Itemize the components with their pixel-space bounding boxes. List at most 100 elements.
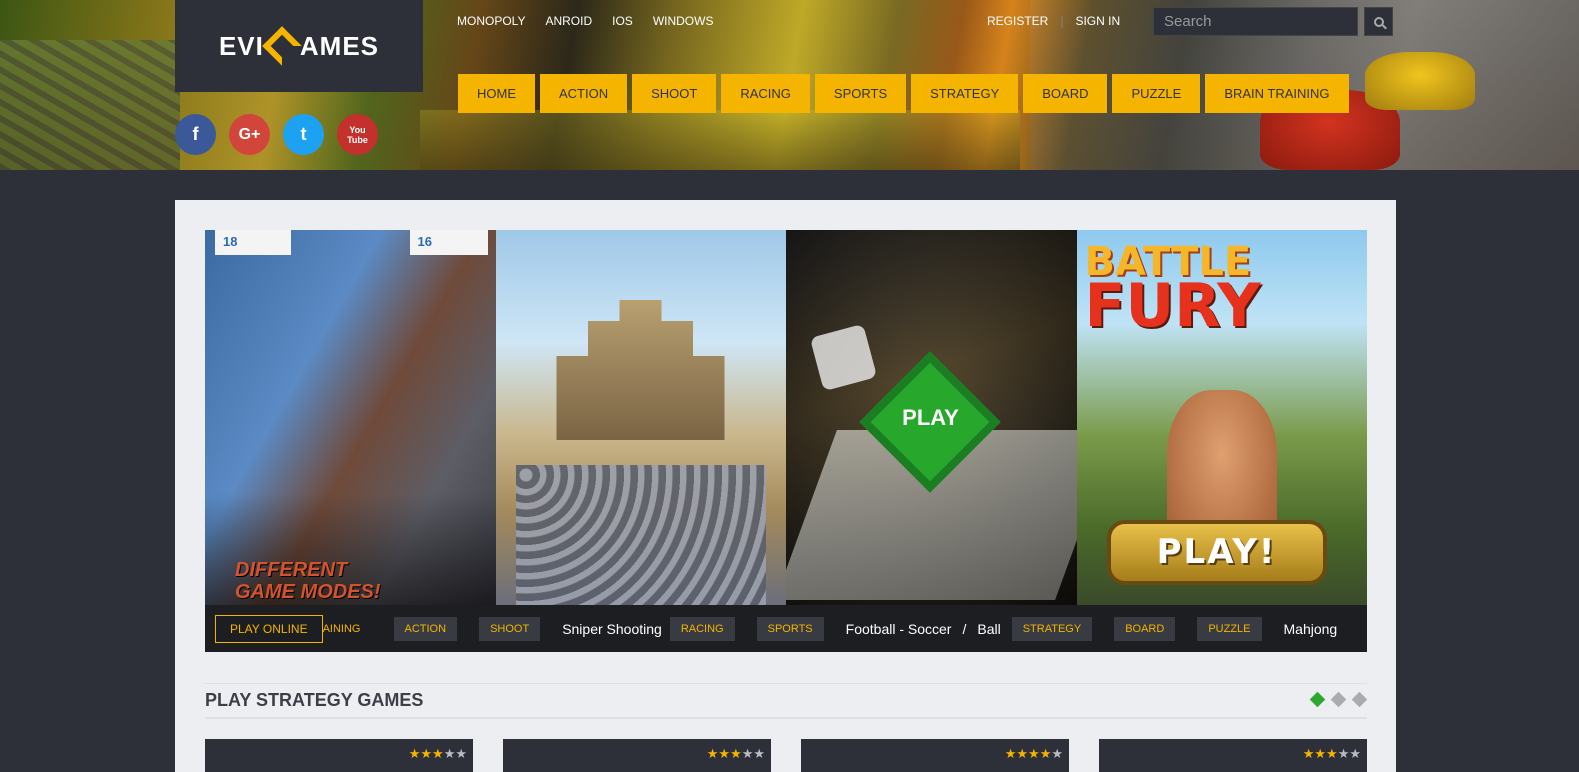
- featured-slider: 18 16 DIFFERENT GAME MODES! PLAY BATTLE …: [205, 230, 1367, 652]
- star-rating: ★★★★★: [707, 746, 765, 762]
- nav-windows[interactable]: WINDOWS: [653, 14, 714, 28]
- slide-castle[interactable]: [495, 230, 786, 605]
- star-filled-icon: ★: [706, 746, 719, 761]
- main-content: 18 16 DIFFERENT GAME MODES! PLAY BATTLE …: [175, 200, 1396, 772]
- star-filled-icon: ★: [1302, 746, 1315, 761]
- auth-links: REGISTER | SIGN IN: [987, 14, 1120, 28]
- twitter-icon[interactable]: t: [283, 114, 324, 155]
- star-filled-icon: ★: [1314, 746, 1327, 761]
- slide-caption: DIFFERENT GAME MODES!: [235, 559, 381, 603]
- star-empty-icon: ★: [455, 746, 467, 761]
- castle-image: [556, 300, 725, 440]
- cat-racing[interactable]: RACING: [721, 74, 810, 113]
- pager-dot-1[interactable]: [1309, 691, 1326, 708]
- battle-fury-title: BATTLE FURY: [1084, 240, 1360, 341]
- google-plus-icon[interactable]: G+: [229, 114, 270, 155]
- star-empty-icon: ★: [741, 746, 754, 761]
- social-links: f G+ t You Tube: [175, 114, 378, 155]
- ticker-tag-action[interactable]: ACTION: [393, 616, 458, 641]
- header-artwork-left: [0, 40, 180, 170]
- cat-puzzle[interactable]: PUZZLE: [1112, 74, 1201, 113]
- score-right: 16: [409, 230, 488, 255]
- nav-android[interactable]: ANROID: [545, 14, 592, 28]
- search-icon: [1373, 16, 1384, 27]
- ticker-tag-puzzle[interactable]: PUZZLE: [1197, 616, 1262, 641]
- ticker-tag-racing[interactable]: RACING: [669, 616, 735, 641]
- cat-brain-training[interactable]: BRAIN TRAINING: [1205, 74, 1349, 113]
- star-empty-icon: ★: [1051, 746, 1063, 761]
- logo-text-right: AMES: [299, 30, 380, 61]
- auth-separator: |: [1060, 14, 1064, 28]
- star-filled-icon: ★: [408, 746, 421, 761]
- game-card[interactable]: ★★★★★: [1099, 739, 1367, 772]
- nav-ios[interactable]: IOS: [612, 14, 633, 28]
- game-cards: ★★★★★ ★★★★★ ★★★★★ ★★★★★: [205, 739, 1367, 772]
- game-card[interactable]: ★★★★★: [205, 739, 473, 772]
- search-button[interactable]: [1364, 7, 1393, 36]
- star-filled-icon: ★: [718, 746, 731, 761]
- star-filled-icon: ★: [1004, 746, 1017, 761]
- star-empty-icon: ★: [443, 746, 456, 761]
- play-online-button[interactable]: PLAY ONLINE: [215, 614, 323, 643]
- play-badge[interactable]: PLAY: [858, 350, 1003, 495]
- star-filled-icon: ★: [1326, 746, 1338, 761]
- cat-strategy[interactable]: STRATEGY: [911, 74, 1019, 113]
- ticker-tag-sports[interactable]: SPORTS: [756, 616, 824, 641]
- star-filled-icon: ★: [420, 746, 433, 761]
- register-link[interactable]: REGISTER: [987, 14, 1048, 28]
- ticker-tag-board[interactable]: BOARD: [1114, 616, 1176, 641]
- ticker-tag-brain-training[interactable]: AINING: [323, 617, 372, 641]
- facebook-icon[interactable]: f: [175, 114, 216, 155]
- platform-nav: MONOPOLY ANROID IOS WINDOWS: [457, 14, 713, 28]
- search-input[interactable]: [1153, 7, 1358, 36]
- youtube-icon-text-top: You: [349, 124, 366, 135]
- star-filled-icon: ★: [730, 746, 742, 761]
- nav-monopoly[interactable]: MONOPOLY: [457, 14, 525, 28]
- game-card[interactable]: ★★★★★: [801, 739, 1069, 772]
- battle-fury-play-button[interactable]: PLAY!: [1106, 520, 1327, 585]
- search-form: [1153, 7, 1393, 36]
- site-header: EVI AMES f G+ t You Tube MONOPOLY ANROID…: [0, 0, 1579, 170]
- header-artwork-center: [420, 110, 1020, 170]
- ticker-slash: /: [962, 620, 967, 637]
- score-left: 18: [215, 230, 291, 255]
- cat-shoot[interactable]: SHOOT: [632, 74, 717, 113]
- section-header: PLAY STRATEGY GAMES: [205, 683, 1368, 719]
- star-rating: ★★★★★: [1303, 746, 1361, 762]
- cat-board[interactable]: BOARD: [1023, 74, 1108, 113]
- star-rating: ★★★★★: [409, 746, 467, 762]
- pager-dot-2[interactable]: [1330, 691, 1347, 708]
- cat-sports[interactable]: SPORTS: [814, 74, 907, 113]
- army-image: [515, 465, 766, 605]
- game-ticker: PLAY ONLINE AINING ACTION SHOOT Sniper S…: [205, 605, 1367, 652]
- ticker-tag-shoot[interactable]: SHOOT: [479, 616, 541, 641]
- star-filled-icon: ★: [432, 746, 444, 761]
- ticker-game-ball[interactable]: Ball: [977, 621, 1000, 637]
- cat-home[interactable]: HOME: [458, 74, 535, 113]
- star-filled-icon: ★: [1028, 746, 1040, 761]
- section-title: PLAY STRATEGY GAMES: [205, 690, 424, 710]
- star-empty-icon: ★: [1349, 746, 1361, 761]
- game-card[interactable]: ★★★★★: [503, 739, 771, 772]
- star-rating: ★★★★★: [1005, 746, 1063, 762]
- slide-battle-fury[interactable]: BATTLE FURY PLAY!: [1076, 230, 1367, 605]
- battle-fury-title-line2: FURY: [1084, 271, 1261, 341]
- slide-caption-line1: DIFFERENT: [235, 559, 348, 581]
- cat-action[interactable]: ACTION: [540, 74, 628, 113]
- logo-text-left: EVI: [218, 30, 264, 61]
- star-empty-icon: ★: [753, 746, 765, 761]
- youtube-icon[interactable]: You Tube: [337, 114, 378, 155]
- youtube-icon-text-bottom: Tube: [347, 134, 368, 145]
- pager-dot-3[interactable]: [1351, 691, 1368, 708]
- slide-monopoly[interactable]: PLAY: [786, 230, 1077, 605]
- sign-in-link[interactable]: SIGN IN: [1075, 14, 1120, 28]
- ticker-game-mahjong[interactable]: Mahjong: [1284, 621, 1338, 637]
- ticker-game-football[interactable]: Football - Soccer: [846, 621, 952, 637]
- category-nav: HOME ACTION SHOOT RACING SPORTS STRATEGY…: [458, 74, 1349, 113]
- star-empty-icon: ★: [1337, 746, 1350, 761]
- ticker-game-sniper[interactable]: Sniper Shooting: [562, 621, 662, 637]
- ticker-tag-strategy[interactable]: STRATEGY: [1011, 616, 1093, 641]
- slide-basketball[interactable]: 18 16 DIFFERENT GAME MODES!: [205, 230, 496, 605]
- star-filled-icon: ★: [1016, 746, 1029, 761]
- logo[interactable]: EVI AMES: [175, 0, 423, 92]
